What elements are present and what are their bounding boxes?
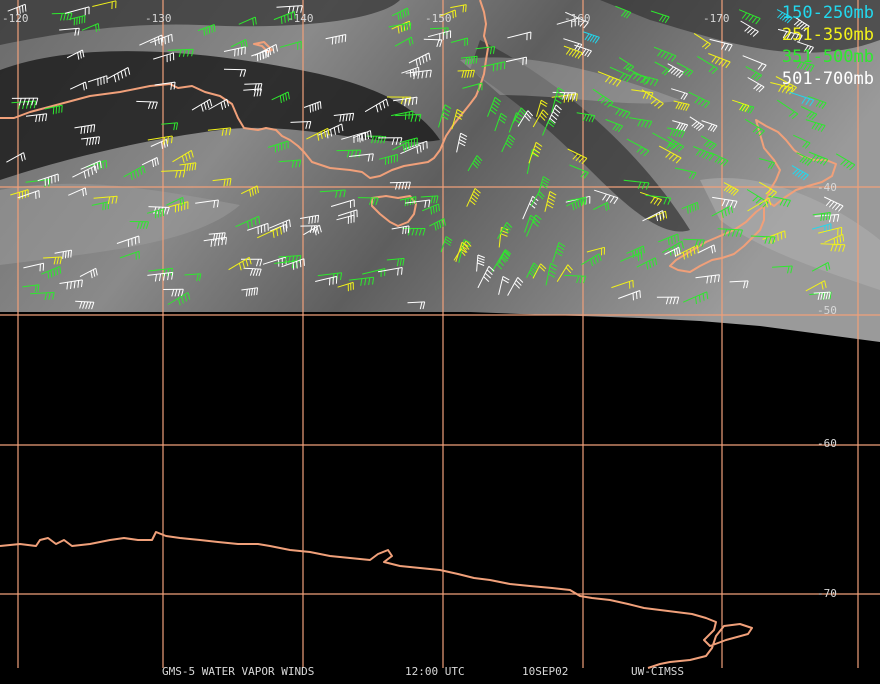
legend-item-351-500mb: 351-500mb <box>782 46 874 68</box>
antarctica-coastline <box>0 532 752 668</box>
satellite-wind-map: -120 -130 -140 -150 -160 -170 -40 -50 -6… <box>0 0 880 680</box>
legend-item-501-700mb: 501-700mb <box>782 68 874 90</box>
latitude-label: -50 <box>817 304 837 317</box>
map-canvas: -120 -130 -140 -150 -160 -170 -40 -50 -6… <box>0 0 880 680</box>
water-vapor-imagery <box>0 0 880 342</box>
longitude-label: -150 <box>425 12 452 25</box>
image-caption: GMS-5 WATER VAPOR WINDS 12:00 UTC 10SEP0… <box>0 665 880 679</box>
caption-source: UW-CIMSS <box>631 665 684 678</box>
longitude-label: -120 <box>2 12 29 25</box>
longitude-label: -130 <box>145 12 172 25</box>
longitude-label: -140 <box>287 12 314 25</box>
caption-satellite: GMS-5 WATER VAPOR WINDS <box>162 665 314 678</box>
pressure-legend: 150-250mb 251-350mb 351-500mb 501-700mb <box>782 2 874 90</box>
legend-item-150-250mb: 150-250mb <box>782 2 874 24</box>
latitude-label: -70 <box>817 587 837 600</box>
longitude-label: -170 <box>703 12 730 25</box>
caption-time: 12:00 UTC <box>405 665 465 678</box>
longitude-label: -160 <box>564 12 591 25</box>
caption-date: 10SEP02 <box>522 665 568 678</box>
legend-item-251-350mb: 251-350mb <box>782 24 874 46</box>
latitude-label: -60 <box>817 437 837 450</box>
latitude-label: -40 <box>817 181 837 194</box>
